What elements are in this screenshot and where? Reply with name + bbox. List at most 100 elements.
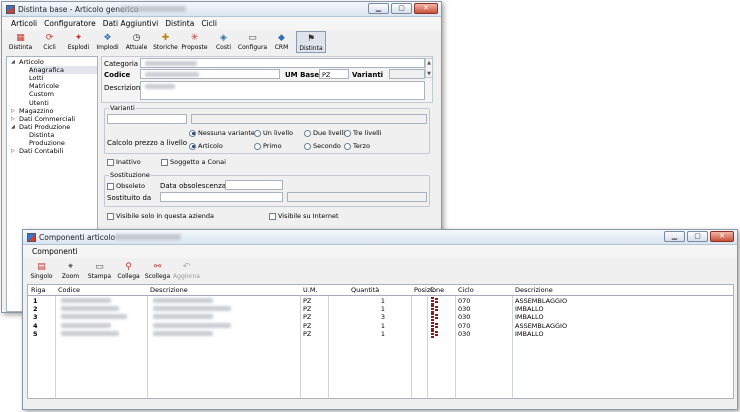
toolbar-scollega-button-4[interactable]: ⚯ Scollega	[143, 260, 172, 280]
radio-secondo[interactable]: Secondo	[304, 142, 341, 150]
cycle-link-icon[interactable]	[431, 297, 440, 305]
radio-label: Tre livelli	[353, 129, 382, 137]
toolbar-proposte-button-6[interactable]: ✳ Proposte	[180, 31, 209, 51]
toolbar-attuale-button-4[interactable]: ◷ Attuale	[122, 31, 151, 51]
radio-due-livelli[interactable]: Due livelli	[304, 129, 345, 137]
data-obsolescenza-field[interactable]	[225, 180, 283, 190]
cell-codice-blurred	[61, 298, 111, 303]
tree-item-custom[interactable]: Custom	[29, 90, 54, 98]
components-app-icon	[27, 232, 36, 242]
title-bar[interactable]: Distinta base - Articolo generico ▁ ▢ ✕	[2, 2, 441, 17]
toolbar-singolo-button-0[interactable]: ▤ Singolo	[27, 260, 56, 280]
cycle-link-icon[interactable]	[431, 313, 440, 322]
radio-terzo[interactable]: Terzo	[344, 142, 370, 150]
sostituito-da-field[interactable]	[160, 192, 283, 202]
um-base-label: UM Base	[285, 71, 320, 79]
tree-item-produzione[interactable]: Produzione	[29, 139, 65, 147]
column-header-1[interactable]: Codice	[58, 286, 80, 294]
codice-field[interactable]	[140, 69, 280, 79]
tree-item-articolo[interactable]: Articolo	[19, 58, 44, 66]
toolbar-distinta-button-0[interactable]: ▦ Distinta	[6, 31, 35, 51]
toolbar-costi-button-7[interactable]: ◈ Costi	[209, 31, 238, 51]
toolbar-distinta-button-10[interactable]: ⚑ Distinta	[296, 31, 326, 53]
toolbar-configura-button-8[interactable]: ▭ Configura	[238, 31, 267, 51]
main-menu-distinta[interactable]: Distinta	[165, 19, 194, 28]
radio-nessuna-variante[interactable]: Nessuna variante	[189, 129, 255, 137]
minimize-button[interactable]: ▁	[368, 3, 389, 14]
toolbar-stampa-button-2[interactable]: ▭ Stampa	[85, 260, 114, 280]
main-menu-configuratore[interactable]: Configuratore	[44, 19, 96, 28]
inattivo-checkbox[interactable]: Inattivo	[107, 158, 141, 166]
close-button[interactable]: ✕	[414, 3, 438, 14]
collapse-icon[interactable]: ◢	[11, 59, 15, 65]
cycle-link-icon[interactable]	[431, 305, 440, 314]
expand-icon[interactable]: ▷	[11, 108, 15, 114]
varianti-field[interactable]	[389, 69, 425, 79]
components-menu-componenti[interactable]: Componenti	[32, 247, 78, 256]
radio-primo[interactable]: Primo	[254, 142, 282, 150]
categoria-field[interactable]	[140, 58, 425, 68]
table-row[interactable]: 3 PZ 3 030 IMBALLO	[28, 313, 733, 322]
toolbar-collega-button-3[interactable]: ⚲ Collega	[114, 260, 143, 280]
components-table[interactable]: Riga Codice Descrizione U.M. Quantità Posizio…	[27, 284, 734, 399]
tree-item-dati-contabili[interactable]: Dati Contabili	[19, 147, 63, 155]
toolbar-implodi-button-3[interactable]: ❖ Implodi	[93, 31, 122, 51]
tree-item-magazzino[interactable]: Magazzino	[19, 107, 53, 115]
components-maximize-button[interactable]: ▢	[687, 231, 708, 242]
column-header-0[interactable]: Riga	[31, 286, 45, 294]
expand-icon[interactable]: ▷	[11, 148, 15, 154]
um-base-field[interactable]: PZ	[319, 69, 349, 79]
main-menu-cicli[interactable]: Cicli	[201, 19, 217, 28]
tree-item-dati-commerciali[interactable]: Dati Commerciali	[19, 115, 75, 123]
column-header-7[interactable]: Ciclo	[458, 286, 474, 294]
toolbar-esplodi-button-2[interactable]: ✦ Esplodi	[64, 31, 93, 51]
radio-tre-livelli[interactable]: Tre livelli	[344, 129, 382, 137]
table-row[interactable]: 1 PZ 1 070 ASSEMBLAGGIO	[28, 297, 733, 305]
column-header-4[interactable]: Quantità	[351, 286, 379, 294]
varianti-input-1[interactable]	[107, 114, 187, 124]
main-menu-dati-aggiuntivi[interactable]: Dati Aggiuntivi	[103, 19, 159, 28]
calcolo-prezzo-label: Calcolo prezzo a livello	[107, 139, 188, 147]
varianti-input-2[interactable]	[191, 114, 427, 124]
toolbar-zoom-button-1[interactable]: ⌖ Zoom	[56, 260, 85, 280]
table-row[interactable]: 4 PZ 1 070 ASSEMBLAGGIO	[28, 321, 733, 330]
radio-articolo[interactable]: Articolo	[189, 142, 223, 150]
radio-un-livello[interactable]: Un livello	[254, 129, 293, 137]
toolbar-crm-button-9[interactable]: ◆ CRM	[267, 31, 296, 51]
toolbar-storiche-button-5[interactable]: ✚ Storiche	[151, 31, 180, 51]
conai-checkbox[interactable]: Soggetto a Conai	[161, 158, 226, 166]
tree-item-matricole[interactable]: Matricole	[29, 82, 59, 90]
cell-codice-blurred	[61, 306, 119, 312]
tree-item-dati-produzione[interactable]: Dati Produzione	[19, 123, 70, 131]
table-row[interactable]: 2 PZ 1 030 IMBALLO	[28, 305, 733, 314]
tree-item-utenti[interactable]: Utenti	[29, 99, 49, 107]
tree-item-anagrafica[interactable]: Anagrafica	[29, 66, 97, 75]
column-header-8[interactable]: Descrizione	[515, 286, 553, 294]
scroll-up-icon[interactable]: ▲	[426, 59, 432, 67]
maximize-button[interactable]: ▢	[391, 3, 412, 14]
components-title-bar[interactable]: Componenti articolo ▁ ▢ ✕	[23, 230, 737, 245]
form-scrollbar[interactable]: ▲ ▼	[425, 58, 433, 78]
column-header-6[interactable]: C	[430, 286, 435, 294]
radio-label: Primo	[263, 142, 282, 150]
column-header-3[interactable]: U.M.	[303, 286, 318, 294]
cycle-link-icon[interactable]	[431, 321, 440, 330]
radio-label: Terzo	[353, 142, 370, 150]
visibile-azienda-checkbox[interactable]: Visibile solo in questa azienda	[107, 212, 214, 220]
collapse-icon[interactable]: ◢	[11, 124, 15, 130]
obsoleto-checkbox[interactable]: Obsoleto	[107, 182, 145, 190]
visibile-internet-checkbox[interactable]: Visibile su Internet	[269, 212, 339, 220]
main-menu-articoli[interactable]: Articoli	[11, 19, 37, 28]
components-close-button[interactable]: ✕	[710, 231, 734, 242]
cycle-link-icon[interactable]	[431, 329, 440, 338]
components-minimize-button[interactable]: ▁	[664, 231, 685, 242]
descrizione-field[interactable]	[140, 81, 425, 100]
scroll-down-icon[interactable]: ▼	[426, 70, 432, 78]
tree-item-lotti[interactable]: Lotti	[29, 74, 43, 82]
column-header-2[interactable]: Descrizione	[150, 286, 188, 294]
cell-um: PZ	[303, 297, 312, 305]
toolbar-cicli-button-1[interactable]: ⟳ Cicli	[35, 31, 64, 51]
table-row[interactable]: 5 PZ 1 030 IMBALLO	[28, 329, 733, 338]
tree-item-distinta[interactable]: Distinta	[29, 131, 54, 139]
expand-icon[interactable]: ▷	[11, 116, 15, 122]
